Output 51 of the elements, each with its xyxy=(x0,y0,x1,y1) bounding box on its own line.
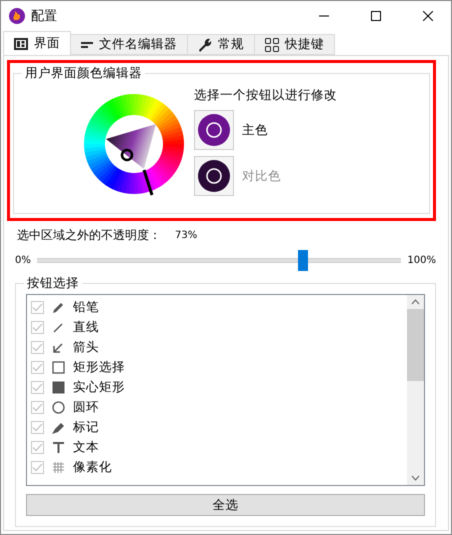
item-label: 直线 xyxy=(73,318,99,336)
close-icon xyxy=(423,11,433,21)
grid-icon xyxy=(52,460,65,474)
line-icon xyxy=(52,320,65,334)
window-title: 配置 xyxy=(31,8,58,25)
checkbox[interactable] xyxy=(31,360,44,374)
group-title: 按钮选择 xyxy=(24,275,82,292)
pencil-icon xyxy=(52,300,65,314)
item-label: 实心矩形 xyxy=(73,378,125,396)
maximize-icon xyxy=(371,11,381,21)
tab[interactable]: 文件名编辑器 xyxy=(70,34,188,55)
item-label: 文本 xyxy=(73,438,99,456)
dash-icon xyxy=(81,42,93,48)
tab[interactable]: 界面 xyxy=(3,31,71,55)
grid-icon xyxy=(265,38,279,52)
filled-square-icon xyxy=(52,380,65,394)
color-label: 主色 xyxy=(242,122,268,138)
color-label: 对比色 xyxy=(242,168,281,184)
marker-icon xyxy=(52,420,65,434)
circle-icon xyxy=(52,400,65,414)
tab[interactable]: 快捷键 xyxy=(254,34,335,55)
layout-icon xyxy=(14,38,28,50)
checkbox[interactable] xyxy=(31,340,44,354)
square-icon xyxy=(52,360,65,374)
checkbox[interactable] xyxy=(31,380,44,394)
item-label: 矩形选择 xyxy=(73,358,125,376)
item-label: 箭头 xyxy=(73,338,99,356)
group-title: 用户界面颜色编辑器 xyxy=(22,65,145,82)
item-label: 铅笔 xyxy=(73,298,99,316)
item-label: 像素化 xyxy=(73,458,112,476)
slider-max-label: 100% xyxy=(407,255,436,266)
checkbox[interactable] xyxy=(31,300,44,314)
opacity-label: 选中区域之外的不透明度： xyxy=(17,227,161,244)
scrollbar[interactable] xyxy=(407,295,424,485)
wrench-icon xyxy=(198,38,212,52)
hint-text: 选择一个按钮以进行修改 xyxy=(194,87,337,104)
item-label: 标记 xyxy=(73,418,99,436)
arrow-icon xyxy=(52,340,65,354)
select-all-button[interactable]: 全选 xyxy=(26,494,425,516)
app-logo-icon xyxy=(9,8,25,24)
item-label: 圆环 xyxy=(73,398,99,416)
slider-min-label: 0% xyxy=(15,255,31,266)
checkbox[interactable] xyxy=(31,400,44,414)
text-icon xyxy=(52,440,65,454)
checkbox[interactable] xyxy=(31,460,44,474)
checkbox[interactable] xyxy=(31,420,44,434)
opacity-value: 73% xyxy=(175,230,198,241)
checkbox[interactable] xyxy=(31,440,44,454)
tab[interactable]: 常规 xyxy=(187,34,255,55)
slider-thumb[interactable] xyxy=(298,250,308,271)
checkbox[interactable] xyxy=(31,320,44,334)
